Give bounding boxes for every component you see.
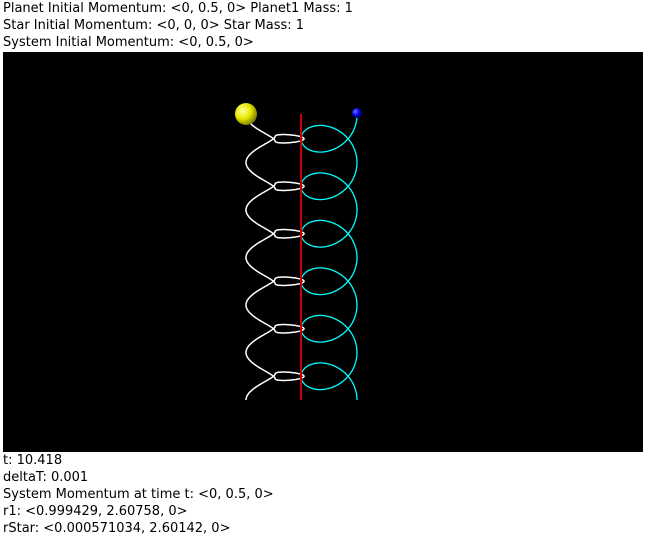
planet-initial-momentum-text: Planet Initial Momentum: <0, 0.5, 0> Pla… (3, 1, 353, 16)
simulation-canvas[interactable] (3, 52, 643, 452)
system-momentum-readout: System Momentum at time t: <0, 0.5, 0> (3, 487, 274, 502)
rstar-readout: rStar: <0.000571034, 2.60142, 0> (3, 521, 231, 536)
planet-trail (300, 115, 358, 400)
planet-sphere (352, 108, 362, 118)
star-sphere (235, 103, 257, 125)
time-readout: t: 10.418 (3, 453, 63, 468)
r1-readout: r1: <0.999429, 2.60758, 0> (3, 504, 188, 519)
star-initial-momentum-text: Star Initial Momentum: <0, 0, 0> Star Ma… (3, 18, 305, 33)
system-initial-momentum-text: System Initial Momentum: <0, 0.5, 0> (3, 35, 254, 50)
deltat-readout: deltaT: 0.001 (3, 470, 89, 485)
star-trail (245, 115, 305, 400)
